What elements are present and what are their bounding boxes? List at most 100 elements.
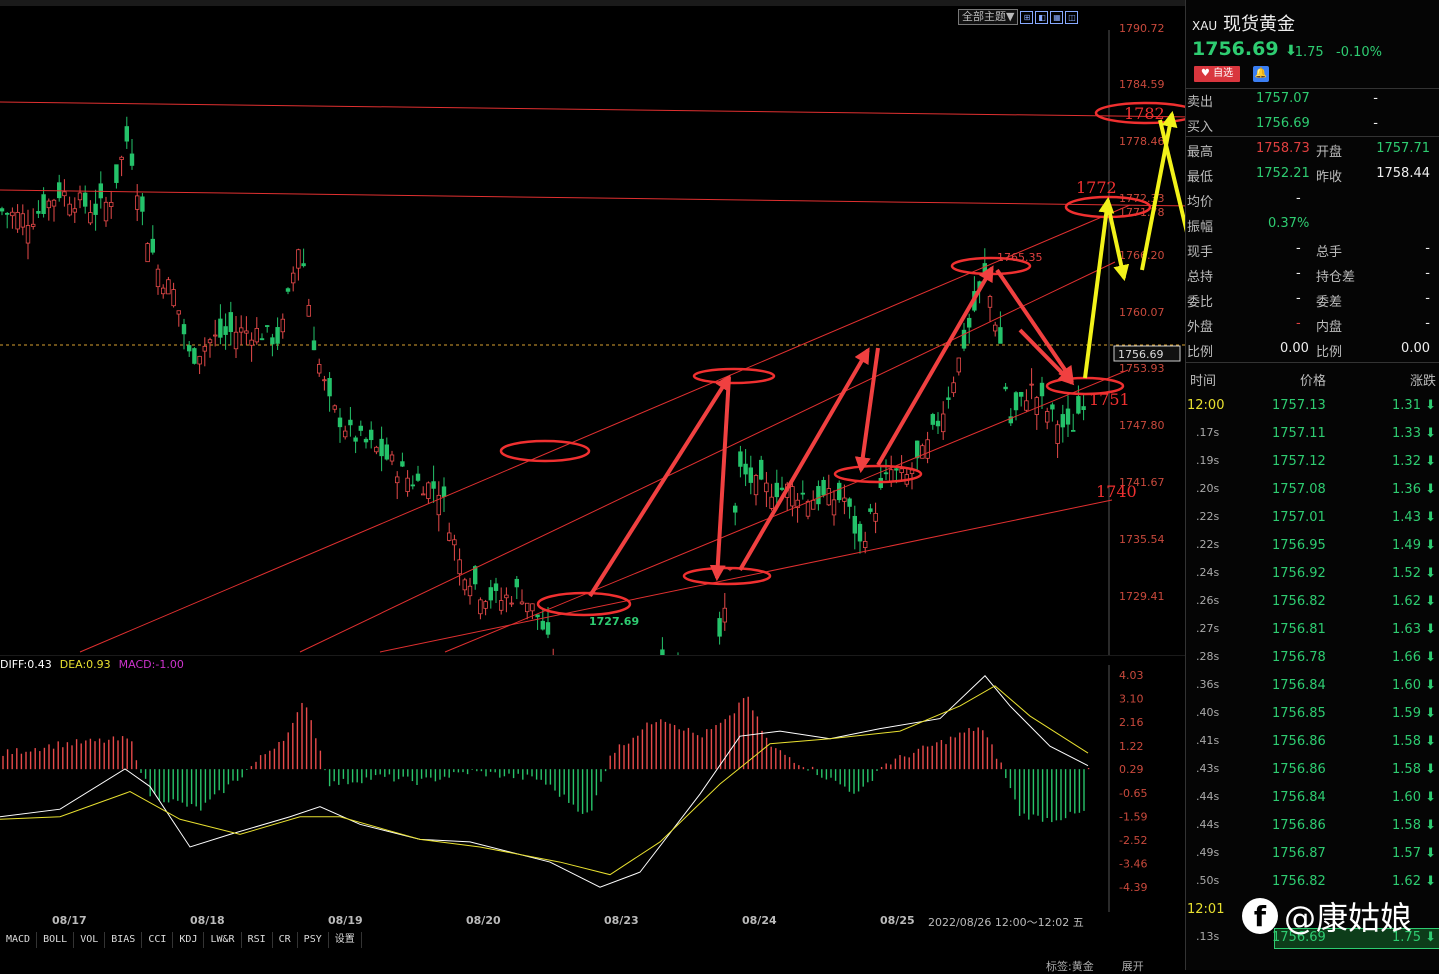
indicator-tab[interactable]: VOL <box>74 932 106 948</box>
tick-row: .26s 1756.82 1.62 ⬇ <box>1186 588 1439 616</box>
candle-body <box>748 467 753 483</box>
annotation-ellipse <box>682 566 772 586</box>
candle-body <box>504 594 509 599</box>
indicator-tab[interactable]: MACD <box>0 932 38 948</box>
candle-body <box>389 454 395 462</box>
tick-price: 1756.86 <box>1272 734 1326 749</box>
candle-body <box>1029 383 1034 386</box>
price-change: -1.75 <box>1290 45 1324 60</box>
macd-chart[interactable]: 4.03 3.10 2.16 1.22 0.29 -0.65 -1.59 -2.52 -3.46… <box>0 655 1185 912</box>
tick-time: .43s <box>1196 762 1220 775</box>
candle-body <box>415 473 421 481</box>
candle-body <box>920 445 925 459</box>
candle-body <box>134 195 140 210</box>
indicator-tab[interactable]: CR <box>273 932 298 948</box>
tick-time: .36s <box>1196 678 1220 691</box>
candle-body <box>124 126 129 142</box>
candle-body <box>1055 424 1060 444</box>
indicator-tab[interactable]: LW&R <box>204 932 242 948</box>
time-range-label: 2022/08/26 12:00～12:02 五 <box>928 916 1084 929</box>
tick-change: 1.62 ⬇ <box>1392 874 1436 889</box>
candle-body <box>405 477 410 492</box>
row-ratio: 比例 0.00 比例 0.00 <box>1187 341 1430 360</box>
indicator-tab[interactable]: BOLL <box>37 932 75 948</box>
candle-body <box>72 208 77 213</box>
candlestick-chart[interactable]: 1790.721784.591778.461772.331771.781766.… <box>0 0 1185 655</box>
candle-body <box>759 459 764 480</box>
bell-icon[interactable]: 🔔 <box>1253 66 1269 82</box>
y-tick-label: 1729.41 <box>1119 590 1165 603</box>
diff-line <box>0 675 1089 888</box>
candle-body <box>764 482 769 493</box>
candle-body <box>961 329 967 349</box>
candle-body <box>150 238 155 253</box>
candle-body <box>1081 406 1086 411</box>
tick-time: .13s <box>1196 930 1220 943</box>
tick-change: 1.43 ⬇ <box>1392 510 1436 525</box>
indicator-tab[interactable]: KDJ <box>173 932 205 948</box>
y-tick-label: 1790.72 <box>1119 22 1165 35</box>
candle-body <box>337 417 343 428</box>
indicator-tab[interactable]: CCI <box>142 932 174 948</box>
tick-row: .22s 1756.95 1.49 ⬇ <box>1186 532 1439 560</box>
tick-price: 1756.92 <box>1272 566 1326 581</box>
candle-body <box>493 583 499 591</box>
tick-time: .19s <box>1196 454 1220 467</box>
trend-line <box>379 499 1113 653</box>
tick-change: 1.58 ⬇ <box>1392 734 1436 749</box>
tick-row: .19s 1757.12 1.32 ⬇ <box>1186 448 1439 476</box>
candle-body <box>207 339 213 344</box>
tick-change: 1.33 ⬇ <box>1392 426 1436 441</box>
y-tick-label: 1784.59 <box>1119 78 1165 91</box>
tick-change: 1.62 ⬇ <box>1392 594 1436 609</box>
candle-body <box>51 199 57 207</box>
candle-body <box>140 196 145 212</box>
candle-body <box>368 429 374 441</box>
candle-body <box>1039 382 1045 397</box>
macd-tick-label: -4.39 <box>1119 881 1147 894</box>
candle-body <box>62 191 67 197</box>
tick-price: 1756.85 <box>1272 706 1326 721</box>
candle-body <box>956 357 961 373</box>
tick-price: 1757.08 <box>1272 482 1326 497</box>
candle-body <box>342 430 348 438</box>
candle-body <box>441 486 447 498</box>
favorite-button[interactable]: ♥ 自选 <box>1194 66 1240 82</box>
ticks-header: 时间 价格 涨跌 <box>1190 374 1436 389</box>
candle-body <box>1060 414 1065 428</box>
trend-line <box>0 101 1185 118</box>
candle-body <box>847 498 852 507</box>
row-now: 现手 - 总手 - <box>1187 241 1430 260</box>
candle-body <box>41 194 46 215</box>
candle-body <box>181 324 187 335</box>
indicator-tab[interactable]: BIAS <box>105 932 143 948</box>
candle-body <box>941 413 946 433</box>
candle-body <box>883 472 889 475</box>
tick-time: .40s <box>1196 706 1220 719</box>
tick-time: .44s <box>1196 818 1220 831</box>
indicator-tab[interactable]: PSY <box>298 932 329 948</box>
candle-body <box>1034 397 1039 415</box>
annotation-arrow <box>709 376 731 582</box>
candle-body <box>946 397 951 400</box>
candle-body <box>863 541 868 548</box>
y-tick-label: 1760.07 <box>1119 306 1165 319</box>
tick-time: 12:01 <box>1187 902 1225 917</box>
indicator-tab[interactable]: RSI <box>242 932 273 948</box>
row-total: 总持 - 持仓差 - <box>1187 266 1430 285</box>
candle-body <box>967 317 972 328</box>
candle-body <box>155 268 161 288</box>
tick-price: 1756.84 <box>1272 790 1326 805</box>
candle-body <box>109 202 114 207</box>
tick-time: 12:00 <box>1187 398 1225 413</box>
candle-body <box>519 601 525 605</box>
row-out: 外盘 - 内盘 - <box>1187 316 1430 335</box>
tick-time: .22s <box>1196 510 1220 523</box>
candle-body <box>171 289 176 307</box>
candle-body <box>457 559 462 575</box>
candle-body <box>1045 411 1050 423</box>
macd-tick-label: -0.65 <box>1119 787 1147 800</box>
indicator-tab[interactable]: 设置 <box>329 932 362 948</box>
candle-body <box>145 243 150 263</box>
date-label: 08/24 <box>742 914 777 927</box>
